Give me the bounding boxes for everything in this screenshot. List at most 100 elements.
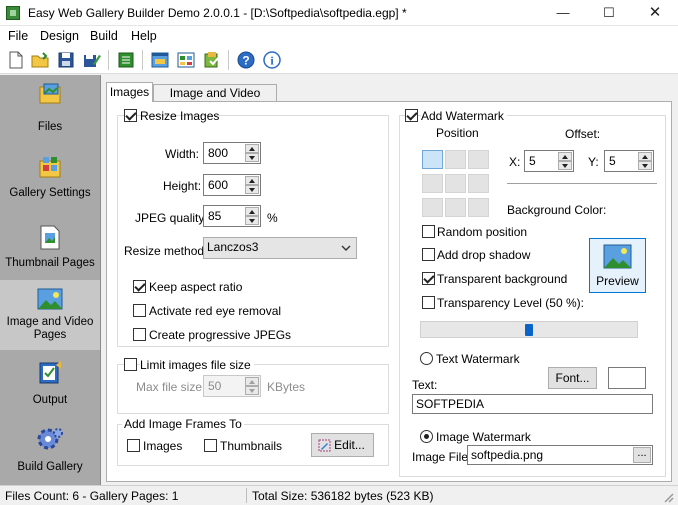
- offset-divider: [507, 183, 657, 184]
- menu-build[interactable]: Build: [90, 29, 118, 43]
- jpeg-quality-stepper[interactable]: 85: [203, 205, 261, 227]
- save-as-icon[interactable]: [82, 50, 102, 70]
- spin-up-icon[interactable]: [638, 152, 652, 161]
- watermark-text-input[interactable]: SOFTPEDIA: [412, 394, 653, 414]
- toolbar-separator: [228, 50, 229, 70]
- nav-item-thumbnail-pages[interactable]: Thumbnail Pages: [0, 217, 100, 284]
- offset-y-stepper[interactable]: 5: [604, 150, 654, 172]
- random-position-label: Random position: [437, 225, 528, 239]
- title-bar: Easy Web Gallery Builder Demo 2.0.0.1 - …: [0, 0, 678, 26]
- frames-thumbnails-label: Thumbnails: [220, 439, 283, 453]
- font-color-swatch[interactable]: [608, 367, 646, 389]
- spin-up-icon[interactable]: [245, 176, 259, 185]
- frames-images-checkbox[interactable]: [127, 439, 140, 452]
- spin-down-icon[interactable]: [245, 153, 259, 162]
- add-watermark-checkbox[interactable]: [405, 109, 418, 122]
- nav-item-build-gallery[interactable]: Build Gallery: [0, 419, 100, 486]
- max-file-size-label: Max file size:: [136, 380, 206, 394]
- transparency-label: Transparency Level (50 %):: [437, 296, 584, 310]
- text-label: Text:: [412, 378, 438, 392]
- minimize-icon[interactable]: —: [540, 0, 586, 26]
- position-cell[interactable]: [468, 174, 489, 193]
- width-label: Width:: [165, 147, 200, 161]
- offset-x-label: X:: [509, 155, 521, 169]
- toolbar-separator: [142, 50, 143, 70]
- random-position-checkbox[interactable]: [422, 225, 435, 238]
- position-cell[interactable]: [422, 174, 443, 193]
- nav-item-image-video-pages[interactable]: Image and Video Pages: [0, 280, 100, 350]
- about-icon[interactable]: i: [262, 50, 282, 70]
- keep-aspect-checkbox[interactable]: [133, 280, 146, 293]
- height-stepper[interactable]: 600: [203, 174, 261, 196]
- spin-down-icon[interactable]: [245, 185, 259, 194]
- save-icon[interactable]: [56, 50, 76, 70]
- resize-images-checkbox[interactable]: [124, 109, 137, 122]
- gallery-layout-icon[interactable]: [176, 50, 196, 70]
- spin-up-icon[interactable]: [245, 207, 259, 216]
- status-files-count: Files Count: 6 - Gallery Pages: 1: [5, 489, 179, 503]
- drop-shadow-checkbox[interactable]: [422, 248, 435, 261]
- resize-grip-icon[interactable]: [662, 491, 674, 503]
- add-watermark-label: Add Watermark: [421, 109, 507, 123]
- tab-images[interactable]: Images: [106, 82, 153, 102]
- image-file-input[interactable]: softpedia.png: [467, 445, 653, 465]
- help-icon[interactable]: ?: [236, 50, 256, 70]
- position-cell[interactable]: [468, 150, 489, 169]
- transparent-bg-checkbox[interactable]: [422, 272, 435, 285]
- text-watermark-radio[interactable]: [420, 352, 433, 365]
- preview-icon[interactable]: [150, 50, 170, 70]
- maximize-icon[interactable]: ☐: [586, 0, 632, 26]
- height-label: Height:: [163, 179, 202, 193]
- max-file-size-unit: KBytes: [267, 380, 306, 394]
- position-cell[interactable]: [445, 198, 466, 217]
- position-cell[interactable]: [422, 150, 443, 169]
- nav-item-gallery-settings[interactable]: Gallery Settings: [0, 147, 100, 214]
- limit-size-checkbox[interactable]: [124, 358, 137, 371]
- spin-up-icon[interactable]: [245, 144, 259, 153]
- spin-up-icon[interactable]: [558, 152, 572, 161]
- nav-item-files[interactable]: Files: [0, 75, 100, 142]
- max-file-size-value: 50: [208, 379, 222, 393]
- menu-file[interactable]: File: [8, 29, 28, 43]
- open-folder-icon[interactable]: [30, 50, 50, 70]
- new-file-icon[interactable]: [6, 50, 26, 70]
- image-frames-title: Add Image Frames To: [122, 417, 244, 431]
- image-file-label: Image File:: [412, 450, 472, 464]
- frames-edit-button[interactable]: Edit...: [311, 433, 374, 457]
- tab-image-video-pages[interactable]: Image and Video Pages: [153, 84, 277, 117]
- menu-design[interactable]: Design: [40, 29, 79, 43]
- preview-button[interactable]: Preview: [589, 238, 646, 293]
- generate-icon[interactable]: [116, 50, 136, 70]
- resize-method-select[interactable]: Lanczos3: [203, 237, 357, 259]
- transparency-slider-thumb[interactable]: [525, 324, 533, 336]
- image-watermark-radio[interactable]: [420, 430, 433, 443]
- font-button[interactable]: Font...: [548, 367, 597, 389]
- nav-item-output[interactable]: Output: [0, 353, 100, 420]
- build-gallery-icon: [37, 428, 63, 450]
- position-cell[interactable]: [422, 198, 443, 217]
- close-icon[interactable]: ✕: [632, 0, 678, 26]
- max-file-size-stepper[interactable]: 50: [203, 375, 261, 397]
- offset-x-stepper[interactable]: 5: [524, 150, 574, 172]
- position-cell[interactable]: [445, 174, 466, 193]
- red-eye-checkbox[interactable]: [133, 304, 146, 317]
- width-stepper[interactable]: 800: [203, 142, 261, 164]
- menu-help[interactable]: Help: [131, 29, 157, 43]
- spin-down-icon[interactable]: [638, 161, 652, 170]
- export-icon[interactable]: [202, 50, 222, 70]
- position-cell[interactable]: [468, 198, 489, 217]
- transparency-checkbox[interactable]: [422, 296, 435, 309]
- images-tab-panel: Resize Images Width: 800 Height: 600 JPE…: [106, 101, 672, 482]
- progressive-jpeg-checkbox[interactable]: [133, 328, 146, 341]
- browse-button[interactable]: ...: [633, 447, 651, 463]
- spin-down-icon[interactable]: [558, 161, 572, 170]
- jpeg-quality-value: 85: [208, 209, 222, 223]
- chevron-down-icon: [341, 245, 351, 251]
- frames-thumbnails-checkbox[interactable]: [204, 439, 217, 452]
- transparent-bg-label: Transparent background: [437, 272, 568, 286]
- spin-up-icon[interactable]: [245, 377, 259, 386]
- spin-down-icon[interactable]: [245, 386, 259, 395]
- transparency-slider[interactable]: [420, 321, 638, 338]
- position-cell[interactable]: [445, 150, 466, 169]
- spin-down-icon[interactable]: [245, 216, 259, 225]
